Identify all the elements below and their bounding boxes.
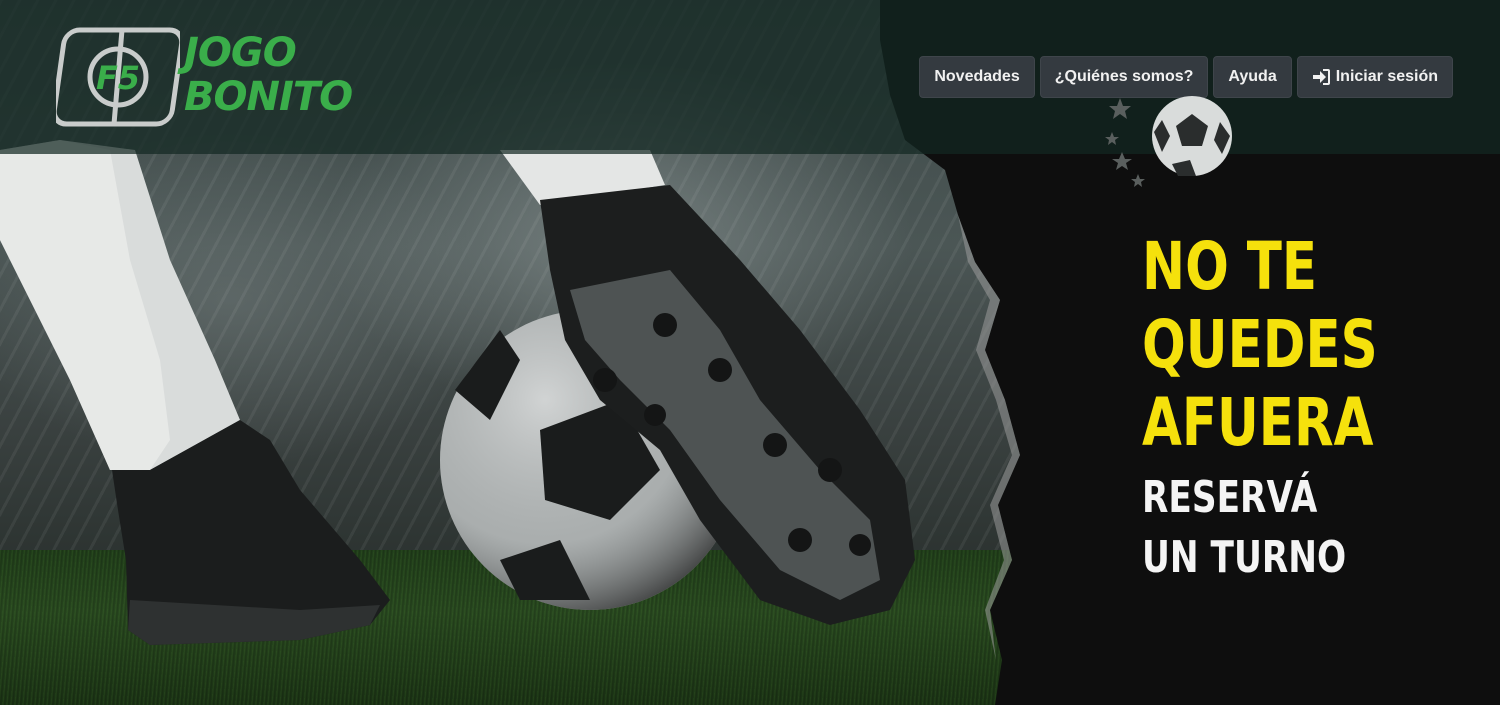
headline-line-3: AFUERA [1142,384,1374,461]
brand-name: JOGO BONITO [184,30,353,120]
nav-ayuda-label: Ayuda [1228,68,1277,85]
soccer-ball-with-stars-icon [1105,96,1232,187]
nav-novedades-label: Novedades [934,68,1020,85]
nav-login-button[interactable]: Iniciar sesión [1296,56,1453,98]
hero-headline: NO TE QUEDES AFUERA RESERVÁ UN TURNO [1142,228,1378,588]
nav-login-label: Iniciar sesión [1335,68,1438,85]
headline-line-1: NO TE [1142,228,1318,305]
logo-badge-text: F5 [96,59,140,97]
nav-quienes-somos-label: ¿Quiénes somos? [1054,68,1194,85]
f5-logo-icon: F5 [56,27,180,127]
sign-in-icon [1312,69,1330,85]
subheadline-line-1: RESERVÁ [1142,472,1318,523]
nav-novedades-button[interactable]: Novedades [919,56,1035,98]
subheadline-line-2: UN TURNO [1142,532,1347,583]
brand-name-line2: BONITO [184,74,353,120]
brand-name-line1: JOGO [184,30,297,76]
headline-line-2: QUEDES [1142,306,1378,383]
brand-logo[interactable]: F5 JOGO BONITO [56,27,353,127]
